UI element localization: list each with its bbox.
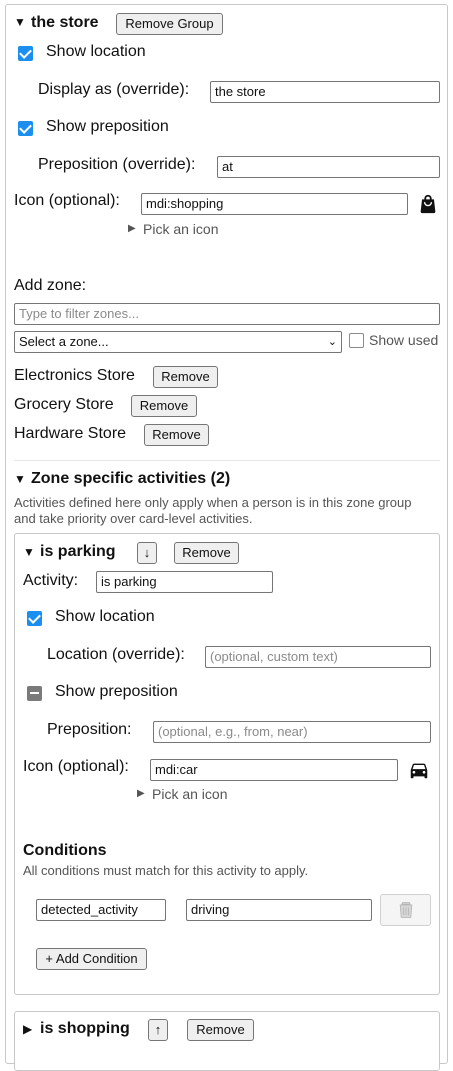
activity-label: Activity: [23,572,79,589]
expand-triangle-icon[interactable]: ▶ [137,788,145,799]
display-as-label: Display as (override): [38,81,190,98]
icon-input[interactable]: mdi:car [150,759,398,781]
collapse-triangle-icon[interactable]: ▼ [14,15,26,29]
conditions-description: All conditions must match for this activ… [23,863,309,878]
zone-select-value: Select a zone... [19,334,109,349]
shopping-bag-icon [417,193,439,220]
move-down-button[interactable]: ↓ [137,542,157,564]
zone-list-item-name: Grocery Store [14,396,114,413]
activity-title: is shopping [40,1020,130,1037]
section-divider [14,460,440,461]
icon-label: Icon (optional): [14,192,120,209]
group-title: the store [31,14,99,31]
collapse-triangle-icon[interactable]: ▼ [23,545,35,559]
expand-triangle-icon[interactable]: ▶ [23,1022,32,1036]
expand-triangle-icon[interactable]: ▶ [128,223,136,234]
add-condition-button[interactable]: + Add Condition [36,948,147,970]
show-location-checkbox[interactable] [27,611,42,626]
icon-label: Icon (optional): [23,758,129,775]
activity-input[interactable]: is parking [96,571,273,593]
condition-value-input[interactable]: driving [186,899,372,921]
zone-list-item-name: Electronics Store [14,367,135,384]
pick-icon-toggle[interactable]: Pick an icon [143,221,218,237]
move-up-button[interactable]: ↑ [148,1019,168,1041]
activities-description: Activities defined here only apply when … [14,495,412,510]
show-preposition-checkbox[interactable] [18,121,33,136]
collapse-triangle-icon[interactable]: ▼ [14,472,26,486]
activity-title: is parking [40,543,116,560]
remove-zone-button[interactable]: Remove [131,395,197,417]
show-location-label: Show location [55,608,155,625]
display-as-input[interactable]: the store [210,81,440,103]
show-preposition-label: Show preposition [55,683,178,700]
remove-activity-button[interactable]: Remove [187,1019,254,1041]
zone-filter-input[interactable]: Type to filter zones... [14,303,440,325]
show-preposition-label: Show preposition [46,118,169,135]
remove-group-button[interactable]: Remove Group [116,13,223,35]
location-input[interactable]: (optional, custom text) [205,646,431,668]
show-location-label: Show location [46,43,146,60]
activities-description: and take priority over card-level activi… [14,511,253,526]
icon-input[interactable]: mdi:shopping [141,193,408,215]
activities-header: Zone specific activities (2) [31,470,231,487]
preposition-label: Preposition: [47,721,132,738]
location-label: Location (override): [47,646,185,663]
arrow-up-icon: ↑ [154,1022,162,1037]
remove-zone-button[interactable]: Remove [144,424,209,446]
arrow-down-icon: ↓ [143,545,151,560]
preposition-input[interactable]: (optional, e.g., from, near) [153,721,431,743]
show-preposition-checkbox[interactable] [27,686,42,701]
add-zone-label: Add zone: [14,277,87,294]
remove-activity-button[interactable]: Remove [174,542,239,564]
remove-zone-button[interactable]: Remove [153,366,218,388]
car-icon [408,759,430,786]
delete-condition-button[interactable] [380,894,431,926]
show-used-label: Show used [369,332,439,348]
pick-icon-toggle[interactable]: Pick an icon [152,786,227,802]
condition-entity-input[interactable]: detected_activity [36,899,166,921]
show-used-checkbox[interactable] [349,333,364,348]
chevron-down-icon: ⌄ [327,336,337,348]
conditions-title: Conditions [23,842,107,859]
preposition-label: Preposition (override): [38,156,196,173]
show-location-checkbox[interactable] [18,46,33,61]
trash-icon [396,900,416,926]
zone-select[interactable]: Select a zone... ⌄ [14,331,342,353]
preposition-input[interactable]: at [217,156,440,178]
zone-list-item-name: Hardware Store [14,425,127,442]
